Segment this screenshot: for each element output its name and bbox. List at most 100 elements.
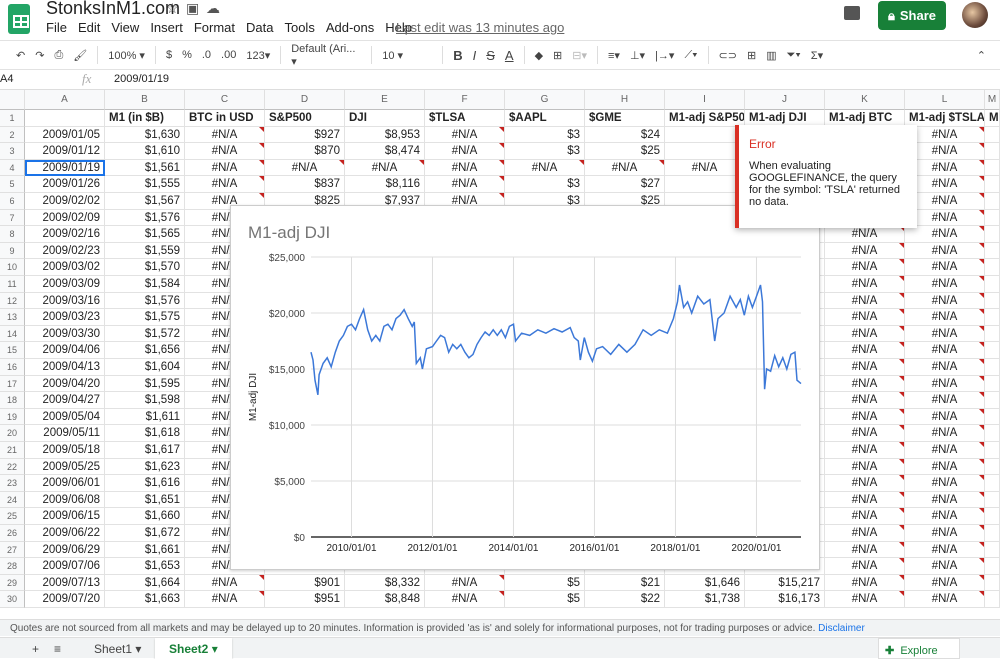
- row-header[interactable]: 19: [0, 408, 25, 426]
- table-cell[interactable]: [985, 442, 1000, 459]
- row-header[interactable]: 3: [0, 143, 25, 160]
- table-cell[interactable]: $22: [585, 591, 665, 608]
- row-header[interactable]: 18: [0, 392, 25, 409]
- table-cell[interactable]: #N/A: [425, 591, 505, 608]
- table-cell[interactable]: #N/A: [825, 242, 905, 260]
- cloud-status-icon[interactable]: ☁: [206, 0, 220, 17]
- table-cell[interactable]: $3: [505, 143, 585, 160]
- table-cell[interactable]: #N/A: [425, 143, 505, 160]
- formula-input[interactable]: 2009/01/19: [114, 73, 169, 85]
- column-header-d[interactable]: D: [265, 90, 345, 110]
- increase-decimal-button[interactable]: .00: [221, 49, 236, 61]
- table-cell[interactable]: [985, 342, 1000, 359]
- table-cell[interactable]: 2009/02/02: [25, 193, 105, 210]
- table-cell[interactable]: #N/A: [425, 176, 505, 193]
- table-cell[interactable]: #N/A: [905, 159, 985, 177]
- table-cell[interactable]: 2009/07/13: [25, 574, 105, 592]
- table-cell[interactable]: 2009/02/09: [25, 209, 105, 227]
- table-cell[interactable]: #N/A: [825, 226, 905, 243]
- table-cell[interactable]: [985, 541, 1000, 559]
- menu-add-ons[interactable]: Add-ons: [326, 20, 374, 35]
- header-cell[interactable]: DJI: [345, 110, 425, 127]
- header-cell[interactable]: $AAPL: [505, 110, 585, 127]
- column-header-c[interactable]: C: [185, 90, 265, 110]
- table-cell[interactable]: $1,572: [105, 325, 185, 343]
- table-cell[interactable]: 2009/07/20: [25, 591, 105, 608]
- bold-button[interactable]: B: [453, 48, 462, 63]
- row-header[interactable]: 9: [0, 242, 25, 260]
- column-header-g[interactable]: G: [505, 90, 585, 110]
- table-cell[interactable]: #N/A: [905, 226, 985, 243]
- link-icon[interactable]: ⊂⊃: [719, 49, 737, 62]
- table-cell[interactable]: #N/A: [905, 193, 985, 210]
- table-cell[interactable]: #N/A: [905, 375, 985, 393]
- star-icon[interactable]: ☆: [166, 0, 179, 17]
- table-cell[interactable]: 2009/05/18: [25, 442, 105, 459]
- table-cell[interactable]: $1,653: [105, 558, 185, 575]
- row-header[interactable]: 13: [0, 309, 25, 326]
- table-cell[interactable]: #N/A: [905, 442, 985, 459]
- table-cell[interactable]: $1,604: [105, 359, 185, 376]
- table-cell[interactable]: $1,672: [105, 525, 185, 542]
- table-cell[interactable]: [985, 408, 1000, 426]
- table-cell[interactable]: $1,610: [105, 143, 185, 160]
- table-cell[interactable]: [985, 176, 1000, 193]
- table-cell[interactable]: #N/A: [425, 126, 505, 144]
- table-cell[interactable]: $1,598: [105, 392, 185, 409]
- table-cell[interactable]: $1,663: [105, 591, 185, 608]
- table-cell[interactable]: 2009/06/08: [25, 491, 105, 509]
- table-cell[interactable]: #N/A: [905, 309, 985, 326]
- table-cell[interactable]: #N/A: [905, 458, 985, 476]
- row-header[interactable]: 26: [0, 525, 25, 542]
- table-cell[interactable]: $1,617: [105, 442, 185, 459]
- row-header[interactable]: 29: [0, 574, 25, 592]
- table-cell[interactable]: #N/A: [825, 292, 905, 310]
- row-header[interactable]: 24: [0, 491, 25, 509]
- table-cell[interactable]: 2009/05/11: [25, 425, 105, 442]
- table-cell[interactable]: $1,651: [105, 491, 185, 509]
- header-cell[interactable]: M1 (in $B): [105, 110, 185, 127]
- table-cell[interactable]: [985, 159, 1000, 177]
- table-cell[interactable]: $1,646: [665, 574, 745, 592]
- row-header[interactable]: 20: [0, 425, 25, 442]
- tab-sheet1[interactable]: Sheet1 ▾: [80, 638, 155, 659]
- header-cell[interactable]: M1-adj S&P500: [665, 110, 745, 127]
- table-cell[interactable]: $8,332: [345, 574, 425, 592]
- row-header[interactable]: 1: [0, 110, 25, 127]
- table-cell[interactable]: #N/A: [345, 159, 425, 177]
- header-cell[interactable]: $TLSA: [425, 110, 505, 127]
- table-cell[interactable]: 2009/03/16: [25, 292, 105, 310]
- table-cell[interactable]: #N/A: [905, 292, 985, 310]
- row-header[interactable]: 7: [0, 209, 25, 227]
- header-cell[interactable]: M1-adj $TSLA: [905, 110, 985, 127]
- menu-view[interactable]: View: [111, 20, 139, 35]
- table-cell[interactable]: #N/A: [185, 143, 265, 160]
- table-cell[interactable]: $5: [505, 574, 585, 592]
- chart-m1-adj-dji[interactable]: M1-adj DJI $0 $5,000 $10,000 $15,000 $20,000 $…: [230, 205, 820, 570]
- row-header[interactable]: 23: [0, 475, 25, 492]
- column-header-k[interactable]: K: [825, 90, 905, 110]
- table-cell[interactable]: [985, 226, 1000, 243]
- table-cell[interactable]: 2009/01/05: [25, 126, 105, 144]
- table-cell[interactable]: #N/A: [425, 159, 505, 177]
- table-cell[interactable]: 2009/04/13: [25, 359, 105, 376]
- table-cell[interactable]: #N/A: [185, 126, 265, 144]
- table-cell[interactable]: 2009/06/29: [25, 541, 105, 559]
- table-cell[interactable]: $1,576: [105, 292, 185, 310]
- column-header-m[interactable]: M: [985, 90, 1000, 110]
- table-cell[interactable]: #N/A: [905, 325, 985, 343]
- merge-cells-icon[interactable]: ⊟▾: [572, 49, 587, 62]
- table-cell[interactable]: 2009/05/04: [25, 408, 105, 426]
- row-header[interactable]: 16: [0, 359, 25, 376]
- document-title[interactable]: StonksInM1.com: [46, 0, 180, 19]
- table-cell[interactable]: $1,555: [105, 176, 185, 193]
- undo-icon[interactable]: ↶: [16, 49, 25, 62]
- table-cell[interactable]: $1,616: [105, 475, 185, 492]
- table-cell[interactable]: 2009/03/30: [25, 325, 105, 343]
- table-cell[interactable]: $1,630: [105, 126, 185, 144]
- table-cell[interactable]: #N/A: [905, 342, 985, 359]
- table-cell[interactable]: #N/A: [905, 558, 985, 575]
- text-color-button[interactable]: A: [505, 48, 514, 63]
- wrap-icon[interactable]: |→▾: [655, 49, 674, 62]
- row-header[interactable]: 30: [0, 591, 25, 608]
